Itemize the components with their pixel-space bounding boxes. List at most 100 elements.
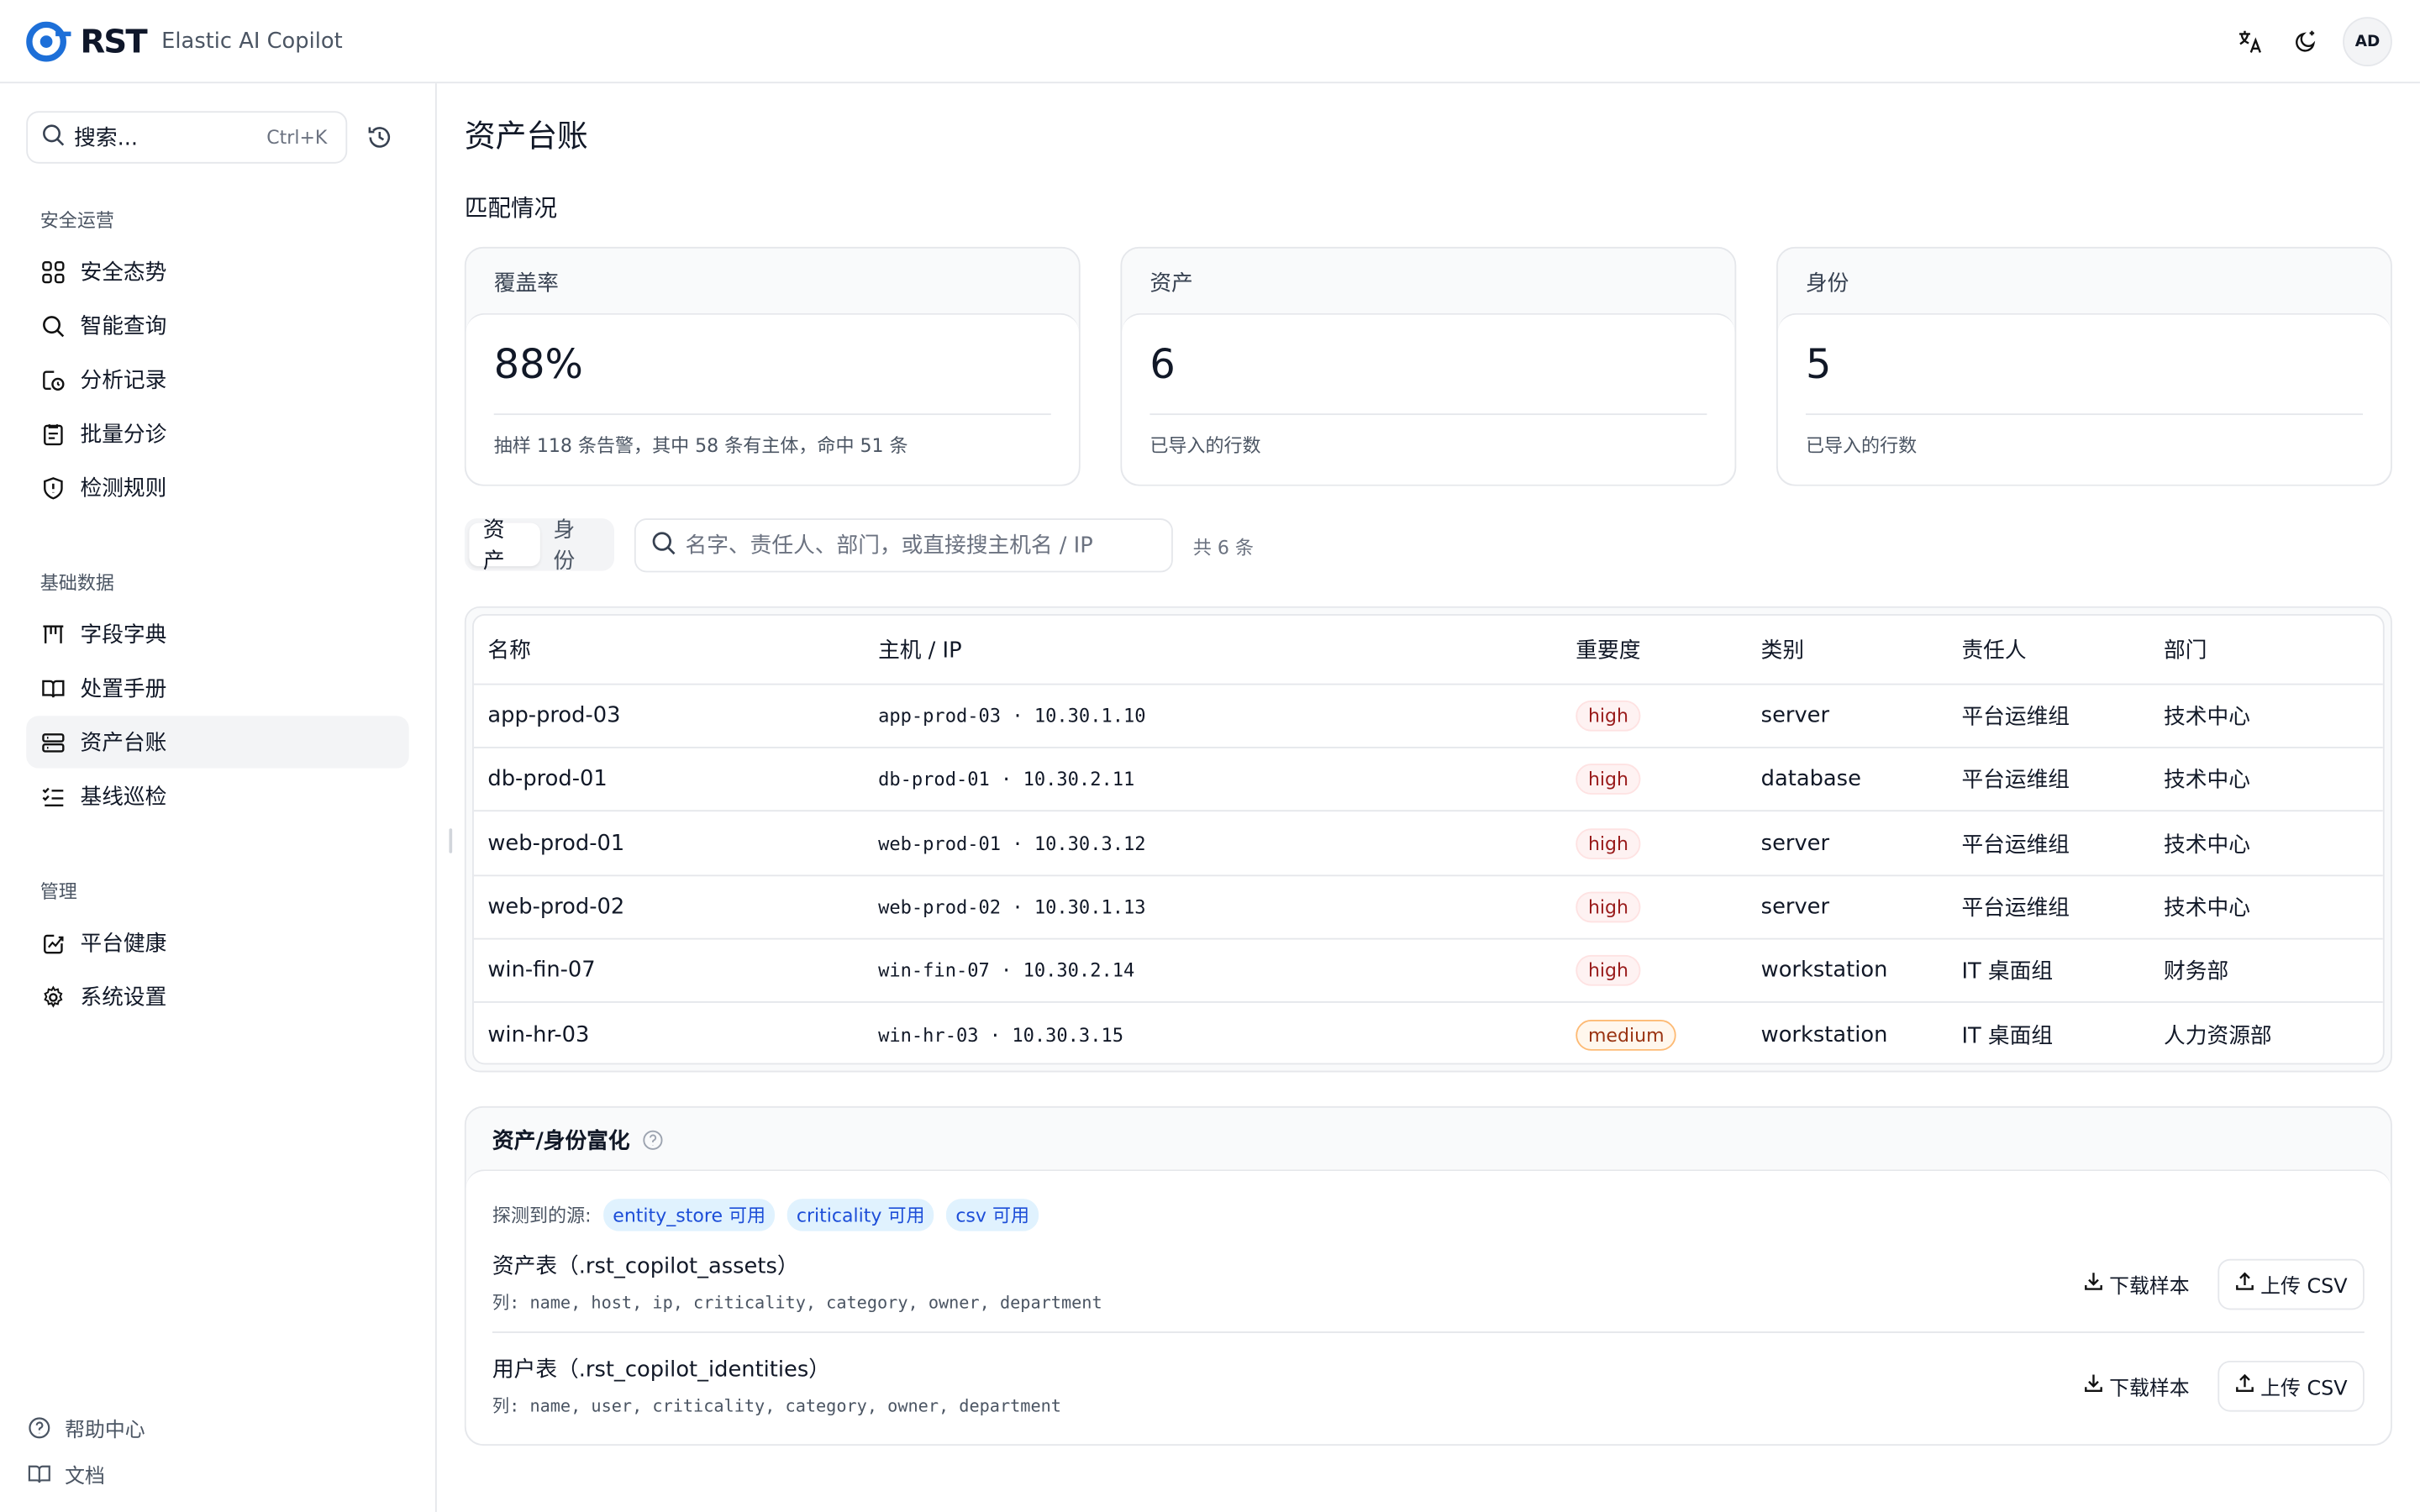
docs-link[interactable]: 文档 [26,1460,105,1489]
footer-item-label: 帮助中心 [65,1419,145,1443]
criticality-cell: high [1576,748,1641,810]
top-header: RST Elastic AI Copilot AD [0,0,2420,84]
logo-mark-icon [24,19,76,62]
field-dictionary-icon [40,621,66,647]
sidebar-item-label: 处置手册 [80,677,167,702]
sidebar-item-baseline-inspection[interactable]: 基线巡检 [26,770,409,822]
history-icon [40,366,66,392]
detected-sources: 探测到的源: entity_store 可用 criticality 可用 cs… [492,1199,1039,1231]
table-row[interactable]: win-fin-07 win-fin-07 · 10.30.2.14 high wor… [473,940,2383,1004]
search-icon [42,123,66,152]
table-row[interactable]: win-hr-03 win-hr-03 · 10.30.3.15 medium wor… [474,1004,2383,1063]
sidebar-item-analysis-records[interactable]: 分析记录 [26,354,409,406]
sidebar-item-system-settings[interactable]: 系统设置 [26,970,409,1022]
upload-csv-button[interactable]: 上传 CSV [2217,1258,2365,1310]
footer-item-label: 文档 [65,1465,105,1489]
sidebar-item-detection-rules[interactable]: 检测规则 [26,461,409,513]
table-row[interactable]: app-prod-03 app-prod-03 · 10.30.1.10 high s… [473,685,2383,748]
stat-subtext: 抽样 118 条告警，其中 58 条有主体，命中 51 条 [493,434,908,457]
asset-department: 财务部 [2164,959,2229,985]
asset-category: server [1760,831,1830,856]
row-count: 共 6 条 [1192,537,1254,559]
stat-subtext: 已导入的行数 [1150,434,1261,457]
gear-icon [40,984,66,1010]
asset-department: 技术中心 [2164,895,2250,921]
sidebar-item-asset-ledger[interactable]: 资产台账 [26,716,409,769]
asset-owner: 平台运维组 [1961,832,2070,858]
sidebar-search[interactable]: 搜索... Ctrl+K [26,111,348,164]
column-header[interactable]: 类别 [1761,616,1804,684]
search-icon [651,530,676,561]
criticality-badge: high [1576,827,1641,859]
asset-owner: 平台运维组 [1961,895,2070,921]
asset-owner: 平台运维组 [1961,705,2070,730]
stat-value: 88% [493,342,583,389]
search-shortcut: Ctrl+K [266,126,328,149]
asset-name: db-prod-01 [487,767,608,792]
sidebar-item-label: 基线巡检 [80,785,167,811]
sidebar-resize-handle[interactable] [449,828,453,853]
stat-card-coverage: 覆盖率 88% 抽样 118 条告警，其中 58 条有主体，命中 51 条 [464,246,1081,486]
sidebar-item-label: 智能查询 [80,314,167,340]
criticality-cell: high [1576,940,1641,1001]
sidebar-item-smart-query[interactable]: 智能查询 [26,299,409,351]
section-title: 匹配情况 [464,194,558,223]
asset-department: 技术中心 [2164,769,2250,794]
help-icon[interactable] [642,1129,664,1151]
table-row[interactable]: web-prod-01 web-prod-01 · 10.30.3.12 high s… [473,812,2383,876]
column-header[interactable]: 重要度 [1576,616,1640,684]
history-icon[interactable] [366,123,397,155]
sidebar-item-security-posture[interactable]: 安全态势 [26,245,409,297]
column-header[interactable]: 部门 [2164,616,2207,684]
clipboard-icon [40,421,66,447]
column-header[interactable]: 名称 [487,616,530,684]
enrichment-title: 资产/身份富化 [492,1129,630,1154]
docs-icon [26,1461,52,1487]
sidebar-item-label: 检测规则 [80,476,167,501]
asset-owner: IT 桌面组 [1961,959,2054,985]
logo[interactable]: RST Elastic AI Copilot [24,19,343,62]
asset-category: workstation [1760,958,1888,984]
sidebar-item-platform-health[interactable]: 平台健康 [26,916,409,969]
book-icon [40,675,66,701]
avatar[interactable]: AD [2343,17,2392,66]
criticality-cell: medium [1576,1004,1677,1063]
asset-table-import: 资产表（.rst_copilot_assets） 列: name, host, … [492,1250,2365,1315]
help-center-link[interactable]: 帮助中心 [26,1413,145,1442]
stat-value: 5 [1805,342,1832,389]
column-header[interactable]: 主机 / IP [878,616,962,684]
tab-identities[interactable]: 身份 [539,518,610,574]
asset-category: server [1760,895,1830,920]
enrichment-panel: 资产/身份富化 探测到的源: entity_store 可用 criticali… [464,1105,2392,1446]
filter-box [634,518,1173,573]
nav-section-label: 管理 [39,880,77,903]
upload-csv-button[interactable]: 上传 CSV [2217,1360,2365,1412]
sidebar-item-field-dictionary[interactable]: 字段字典 [26,608,409,660]
stat-card-assets: 资产 6 已导入的行数 [1120,246,1737,486]
asset-host-ip: db-prod-01 · 10.30.2.11 [878,769,1135,790]
download-icon [2083,1271,2103,1297]
identity-table-import: 用户表（.rst_copilot_identities） 列: name, us… [492,1353,2365,1418]
sidebar-item-playbooks[interactable]: 处置手册 [26,662,409,714]
stat-subtext: 已导入的行数 [1805,434,1918,457]
table-row[interactable]: web-prod-02 web-prod-02 · 10.30.1.13 high s… [473,876,2383,940]
asset-name: win-fin-07 [487,958,596,984]
stat-label: 覆盖率 [493,271,559,297]
filter-input[interactable] [685,533,1149,558]
translate-icon[interactable] [2232,24,2269,60]
sidebar-item-batch-triage[interactable]: 批量分诊 [26,407,409,459]
theme-toggle-icon[interactable] [2287,24,2324,60]
asset-host-ip: win-fin-07 · 10.30.2.14 [878,959,1135,982]
download-sample-button[interactable]: 下载样本 [2070,1362,2202,1410]
download-sample-button[interactable]: 下载样本 [2070,1261,2202,1309]
asset-host-ip: web-prod-01 · 10.30.3.12 [878,832,1146,854]
sidebar-item-label: 分析记录 [80,368,167,394]
asset-host-ip: win-hr-03 · 10.30.3.15 [878,1024,1124,1047]
tab-assets[interactable]: 资产 [469,518,539,574]
column-header[interactable]: 责任人 [1961,616,2026,684]
asset-owner: IT 桌面组 [1961,1024,2054,1049]
criticality-badge: high [1576,955,1641,986]
criticality-badge: medium [1576,1020,1677,1051]
stat-label: 资产 [1150,271,1193,297]
table-row[interactable]: db-prod-01 db-prod-01 · 10.30.2.11 high dat… [473,748,2383,812]
